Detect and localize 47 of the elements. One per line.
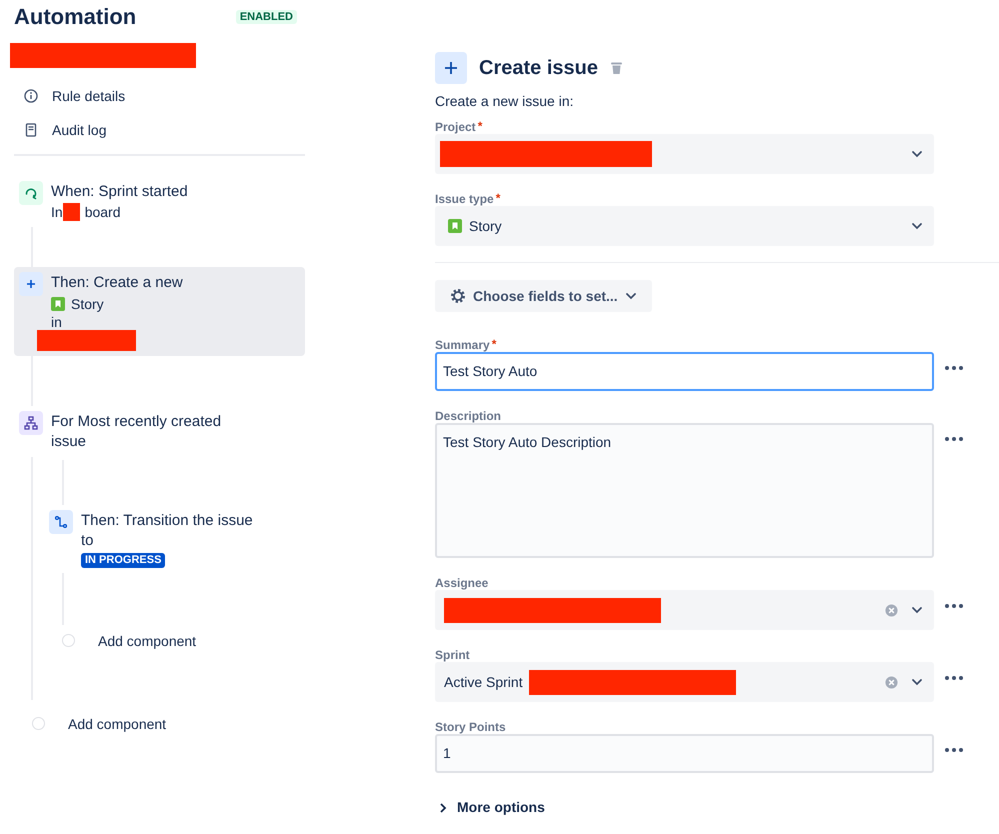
nav-link[interactable]: Audit log <box>24 120 305 140</box>
field-label: Summary <box>435 338 490 352</box>
field-label: Sprint <box>435 648 470 662</box>
required-mark: * <box>492 338 496 350</box>
field-label: Issue type <box>435 192 494 206</box>
select-field[interactable]: Active Sprint <box>435 662 934 702</box>
plus-icon <box>435 52 467 84</box>
select-field[interactable] <box>435 590 934 630</box>
gear-icon <box>449 287 467 305</box>
status-lozenge: IN PROGRESS <box>81 553 166 568</box>
document-icon <box>24 123 38 137</box>
panel-title: Create issue <box>479 56 598 81</box>
info-icon <box>24 89 38 103</box>
nav-link[interactable]: Rule details <box>24 86 305 106</box>
page-title: Automation <box>14 3 136 31</box>
required-mark: * <box>478 120 482 132</box>
issue-type-label: Story <box>71 295 104 314</box>
intro-text: Create a new issue in: <box>435 92 575 110</box>
chevron-right-icon <box>439 802 447 812</box>
step-detail: board <box>84 203 120 222</box>
transition-icon <box>49 510 73 534</box>
step-title: When: Sprint started <box>51 182 189 202</box>
redaction-bar <box>62 203 80 221</box>
text-field[interactable]: Test Story Auto <box>435 352 934 391</box>
plus-icon <box>19 272 43 296</box>
field-label: Assignee <box>435 576 488 590</box>
more-options-toggle[interactable]: More options <box>435 797 545 818</box>
hierarchy-icon <box>19 411 43 435</box>
choose-fields-button[interactable]: Choose fields to set... <box>435 280 652 312</box>
step-title: For Most recently created issue <box>51 412 222 452</box>
trigger-icon <box>19 181 43 205</box>
bookmark-icon <box>448 219 462 233</box>
field-label: Description <box>435 409 502 423</box>
field-label: Project <box>435 120 476 134</box>
required-mark: * <box>496 192 500 204</box>
step-detail: in <box>51 314 63 330</box>
field-label: Story Points <box>435 720 506 734</box>
bookmark-icon <box>51 297 65 311</box>
text-field[interactable]: 1 <box>435 734 934 773</box>
select-field[interactable]: Story <box>435 206 934 246</box>
select-field[interactable] <box>435 134 934 174</box>
step-detail: In <box>51 203 63 222</box>
status-lozenge: ENABLED <box>236 10 297 24</box>
step-title: Then: Create a new <box>51 273 184 293</box>
description-field[interactable]: Test Story Auto Description <box>435 423 934 558</box>
rule-step-card[interactable]: Then: Create a new Story in <box>14 267 305 356</box>
step-title: Then: Transition the issue to <box>81 511 254 551</box>
